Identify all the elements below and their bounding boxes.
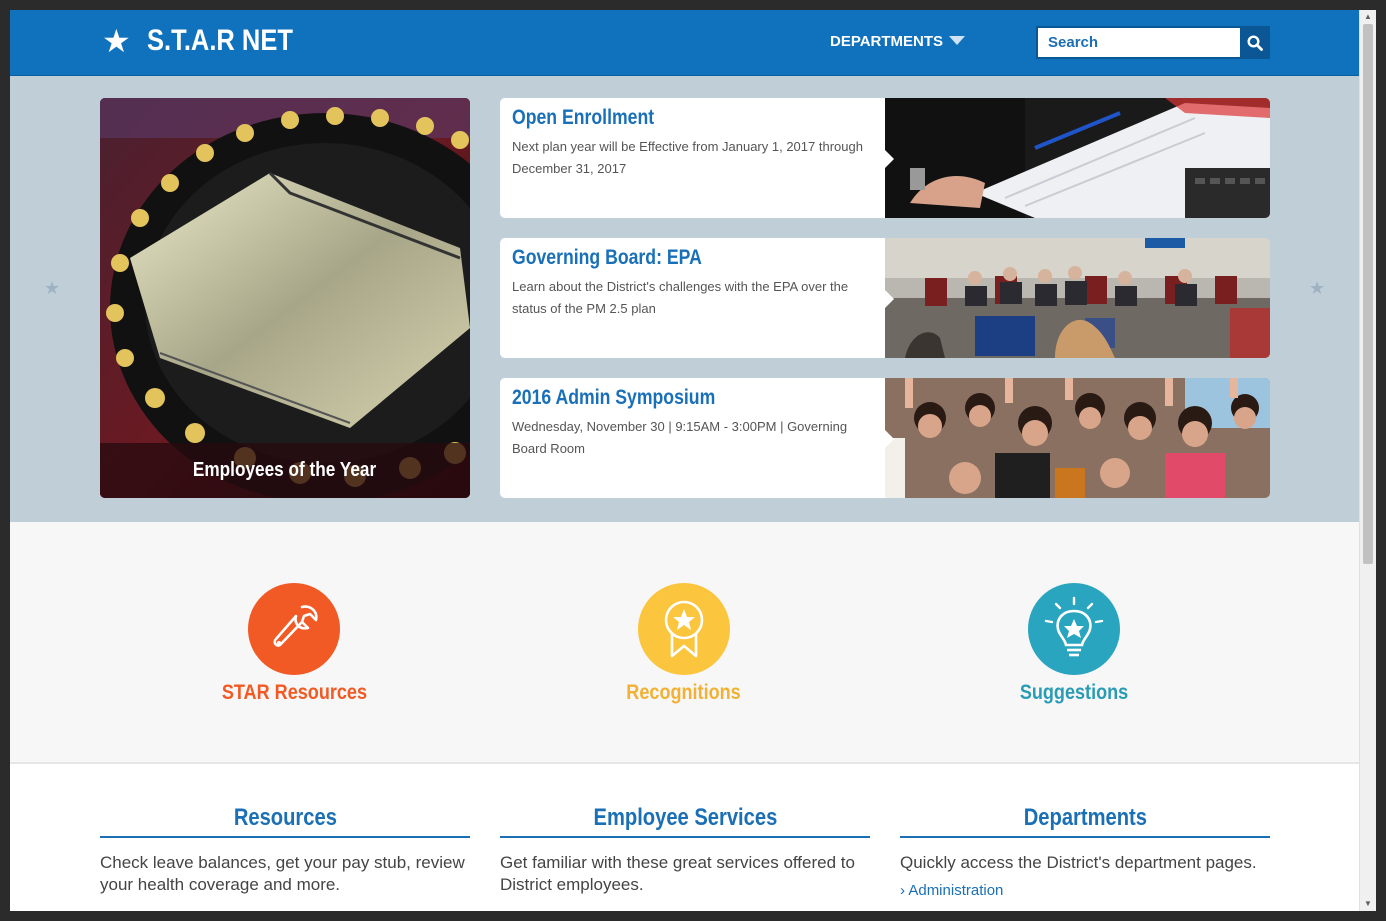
wrench-icon [273,605,318,647]
caret-down-icon [949,36,966,45]
paperwork-photo [885,98,1270,218]
chevron-right-icon: › [900,882,905,899]
news-card-admin-symposium[interactable]: 2016 Admin Symposium Wednesday, November… [500,378,1270,498]
departments-menu[interactable]: DEPARTMENTS [830,33,966,50]
search-icon [1247,34,1263,51]
departments-column: Departments Quickly access the District'… [900,804,1270,899]
news-card-body: Wednesday, November 30 | 9:15AM - 3:00PM… [512,419,848,456]
departments-menu-label: DEPARTMENTS [830,33,944,50]
card-pointer [885,290,894,308]
site-logo[interactable]: ★ S.T.A.R NET [102,24,318,58]
employee-services-heading-text: Employee Services [593,804,777,831]
departments-heading-text: Departments [1023,804,1147,831]
departments-heading[interactable]: Departments [900,804,1270,838]
card-pointer [885,430,894,448]
site-header: ★ S.T.A.R NET DEPARTMENTS [10,10,1360,76]
news-card-title[interactable]: 2016 Admin Symposium [512,386,815,410]
resources-heading[interactable]: Resources [100,804,470,838]
news-card-text: 2016 Admin Symposium Wednesday, November… [500,378,885,498]
news-card-title[interactable]: Governing Board: EPA [512,246,815,270]
lightbulb-star-icon [1044,596,1104,657]
star-resources-circle [248,583,340,675]
vertical-scrollbar[interactable]: ▲ ▼ [1359,10,1376,911]
employee-services-column: Employee Services Get familiar with thes… [500,804,870,896]
recognitions-link[interactable]: Recognitions [564,583,804,705]
suggestions-label: Suggestions [1019,681,1129,704]
news-card-text: Open Enrollment Next plan year will be E… [500,98,885,218]
news-card-text: Governing Board: EPA Learn about the Dis… [500,238,885,358]
star-resources-link[interactable]: STAR Resources [174,583,414,705]
scroll-down-arrow-icon[interactable]: ▼ [1360,897,1376,911]
search-box [1036,26,1270,59]
employee-services-heading[interactable]: Employee Services [500,804,870,838]
search-button[interactable] [1240,26,1270,59]
quick-links-section: STAR Resources Recognitions Suggestions [10,522,1360,764]
award-ribbon-icon [664,600,704,658]
news-card-title[interactable]: Open Enrollment [512,106,815,130]
employees-of-the-year-feature[interactable]: Employees of the Year [100,98,470,498]
departments-description: Quickly access the District's department… [900,853,1257,872]
suggestions-circle [1028,583,1120,675]
resources-column: Resources Check leave balances, get your… [100,804,470,896]
award-plaque-image [100,98,470,498]
news-card-body: Learn about the District's challenges wi… [512,279,849,316]
star-logo-icon: ★ [102,23,131,59]
carousel-next-star-icon[interactable]: ★ [1309,278,1325,299]
site-name: S.T.A.R NET [146,24,293,57]
hero-section: ★ ★ Employees of the Year Open Enrollmen… [10,76,1360,522]
recognitions-label: Recognitions [626,681,742,704]
feature-caption-text: Employees of the Year [193,459,377,481]
browser-viewport: ★ S.T.A.R NET DEPARTMENTS ★ ★ [10,10,1376,911]
feature-caption: Employees of the Year [100,443,470,498]
department-link-label: Administration [908,882,1004,899]
employee-services-description: Get familiar with these great services o… [500,853,855,894]
scroll-up-arrow-icon[interactable]: ▲ [1360,10,1376,24]
suggestions-link[interactable]: Suggestions [954,583,1194,705]
resources-heading-text: Resources [233,804,337,831]
carousel-prev-star-icon[interactable]: ★ [44,278,60,299]
board-meeting-photo [885,238,1270,358]
card-pointer [885,150,894,168]
news-card-governing-board[interactable]: Governing Board: EPA Learn about the Dis… [500,238,1270,358]
news-card-open-enrollment[interactable]: Open Enrollment Next plan year will be E… [500,98,1270,218]
recognitions-circle [638,583,730,675]
scrollbar-thumb[interactable] [1363,24,1373,564]
search-input[interactable] [1036,26,1240,59]
department-link-administration[interactable]: › Administration [900,882,1270,899]
news-card-body: Next plan year will be Effective from Ja… [512,139,863,176]
symposium-group-photo [885,378,1270,498]
info-columns-section: Resources Check leave balances, get your… [10,764,1360,911]
resources-description: Check leave balances, get your pay stub,… [100,853,465,894]
star-resources-label: STAR Resources [221,681,367,704]
